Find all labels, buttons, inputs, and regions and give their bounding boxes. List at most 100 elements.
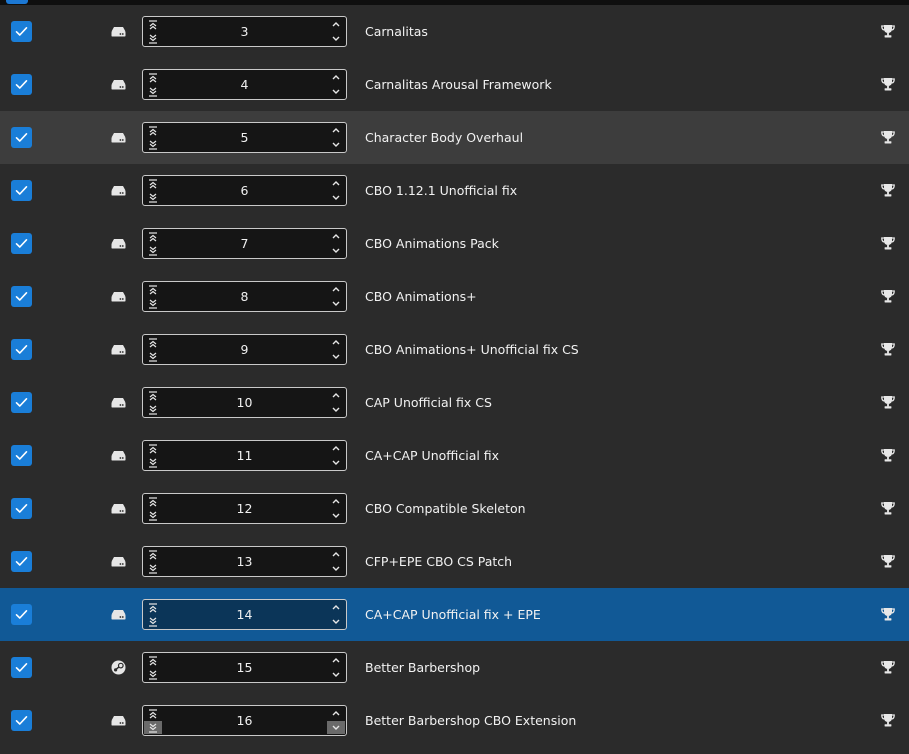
increment-button[interactable] (327, 495, 345, 508)
send-to-top-button[interactable] (144, 654, 162, 667)
enable-checkbox[interactable] (11, 551, 32, 572)
send-to-bottom-button[interactable] (144, 32, 162, 45)
decrement-button[interactable] (327, 403, 345, 416)
send-to-top-button[interactable] (144, 548, 162, 561)
endorse-button[interactable] (879, 499, 896, 516)
endorse-button[interactable] (879, 75, 896, 92)
priority-value[interactable]: 3 (165, 17, 324, 46)
increment-button[interactable] (327, 548, 345, 561)
increment-button[interactable] (327, 177, 345, 190)
send-to-top-button[interactable] (144, 124, 162, 137)
enable-checkbox[interactable] (11, 498, 32, 519)
increment-button[interactable] (327, 71, 345, 84)
send-to-bottom-button[interactable] (144, 297, 162, 310)
increment-button[interactable] (327, 283, 345, 296)
endorse-button[interactable] (879, 181, 896, 198)
send-to-bottom-button[interactable] (144, 562, 162, 575)
endorse-button[interactable] (879, 552, 896, 569)
decrement-button[interactable] (327, 456, 345, 469)
priority-value[interactable]: 16 (165, 706, 324, 735)
enable-checkbox[interactable] (11, 604, 32, 625)
decrement-button[interactable] (327, 509, 345, 522)
mod-row[interactable]: 14 CA+CAP Unofficial fix + EPE (0, 588, 909, 641)
increment-button[interactable] (327, 654, 345, 667)
mod-row[interactable]: 5 Character Body Overhaul (0, 111, 909, 164)
enable-checkbox[interactable] (11, 710, 32, 731)
priority-stepper[interactable]: 10 (142, 387, 347, 418)
enable-checkbox[interactable] (11, 21, 32, 42)
endorse-button[interactable] (879, 658, 896, 675)
enable-checkbox[interactable] (11, 286, 32, 307)
decrement-button[interactable] (327, 297, 345, 310)
decrement-button[interactable] (327, 350, 345, 363)
enable-checkbox[interactable] (11, 392, 32, 413)
priority-value[interactable]: 10 (165, 388, 324, 417)
priority-value[interactable]: 9 (165, 335, 324, 364)
send-to-top-button[interactable] (144, 336, 162, 349)
send-to-top-button[interactable] (144, 230, 162, 243)
increment-button[interactable] (327, 230, 345, 243)
send-to-top-button[interactable] (144, 389, 162, 402)
select-all-checkbox[interactable] (6, 0, 28, 4)
priority-stepper[interactable]: 15 (142, 652, 347, 683)
enable-checkbox[interactable] (11, 445, 32, 466)
increment-button[interactable] (327, 707, 345, 720)
send-to-top-button[interactable] (144, 601, 162, 614)
send-to-bottom-button[interactable] (144, 403, 162, 416)
priority-stepper[interactable]: 6 (142, 175, 347, 206)
send-to-bottom-button[interactable] (144, 456, 162, 469)
increment-button[interactable] (327, 442, 345, 455)
priority-stepper[interactable]: 4 (142, 69, 347, 100)
increment-button[interactable] (327, 336, 345, 349)
priority-value[interactable]: 5 (165, 123, 324, 152)
priority-value[interactable]: 11 (165, 441, 324, 470)
mod-row[interactable]: 7 CBO Animations Pack (0, 217, 909, 270)
send-to-top-button[interactable] (144, 18, 162, 31)
priority-value[interactable]: 4 (165, 70, 324, 99)
priority-stepper[interactable]: 9 (142, 334, 347, 365)
send-to-top-button[interactable] (144, 283, 162, 296)
endorse-button[interactable] (879, 711, 896, 728)
priority-stepper[interactable]: 3 (142, 16, 347, 47)
decrement-button[interactable] (327, 85, 345, 98)
endorse-button[interactable] (879, 287, 896, 304)
increment-button[interactable] (327, 124, 345, 137)
priority-stepper[interactable]: 16 (142, 705, 347, 736)
send-to-top-button[interactable] (144, 495, 162, 508)
priority-stepper[interactable]: 8 (142, 281, 347, 312)
send-to-bottom-button[interactable] (144, 350, 162, 363)
send-to-bottom-button[interactable] (144, 85, 162, 98)
priority-stepper[interactable]: 12 (142, 493, 347, 524)
priority-stepper[interactable]: 5 (142, 122, 347, 153)
priority-stepper[interactable]: 13 (142, 546, 347, 577)
enable-checkbox[interactable] (11, 74, 32, 95)
priority-value[interactable]: 13 (165, 547, 324, 576)
endorse-button[interactable] (879, 128, 896, 145)
decrement-button[interactable] (327, 615, 345, 628)
enable-checkbox[interactable] (11, 127, 32, 148)
send-to-top-button[interactable] (144, 442, 162, 455)
send-to-bottom-button[interactable] (144, 244, 162, 257)
send-to-top-button[interactable] (144, 707, 162, 720)
endorse-button[interactable] (879, 22, 896, 39)
mod-row[interactable]: 11 CA+CAP Unofficial fix (0, 429, 909, 482)
send-to-bottom-button[interactable] (144, 138, 162, 151)
priority-value[interactable]: 8 (165, 282, 324, 311)
mod-row[interactable]: 8 CBO Animations+ (0, 270, 909, 323)
mod-row[interactable]: 10 CAP Unofficial fix CS (0, 376, 909, 429)
priority-value[interactable]: 12 (165, 494, 324, 523)
decrement-button[interactable] (327, 244, 345, 257)
increment-button[interactable] (327, 389, 345, 402)
enable-checkbox[interactable] (11, 657, 32, 678)
decrement-button[interactable] (327, 562, 345, 575)
priority-value[interactable]: 6 (165, 176, 324, 205)
decrement-button[interactable] (327, 668, 345, 681)
endorse-button[interactable] (879, 446, 896, 463)
mod-row[interactable]: 6 CBO 1.12.1 Unofficial fix (0, 164, 909, 217)
send-to-bottom-button[interactable] (144, 668, 162, 681)
mod-row[interactable]: 13 CFP+EPE CBO CS Patch (0, 535, 909, 588)
decrement-button[interactable] (327, 138, 345, 151)
decrement-button[interactable] (327, 32, 345, 45)
send-to-top-button[interactable] (144, 177, 162, 190)
mod-row[interactable]: 9 CBO Animations+ Unofficial fix CS (0, 323, 909, 376)
